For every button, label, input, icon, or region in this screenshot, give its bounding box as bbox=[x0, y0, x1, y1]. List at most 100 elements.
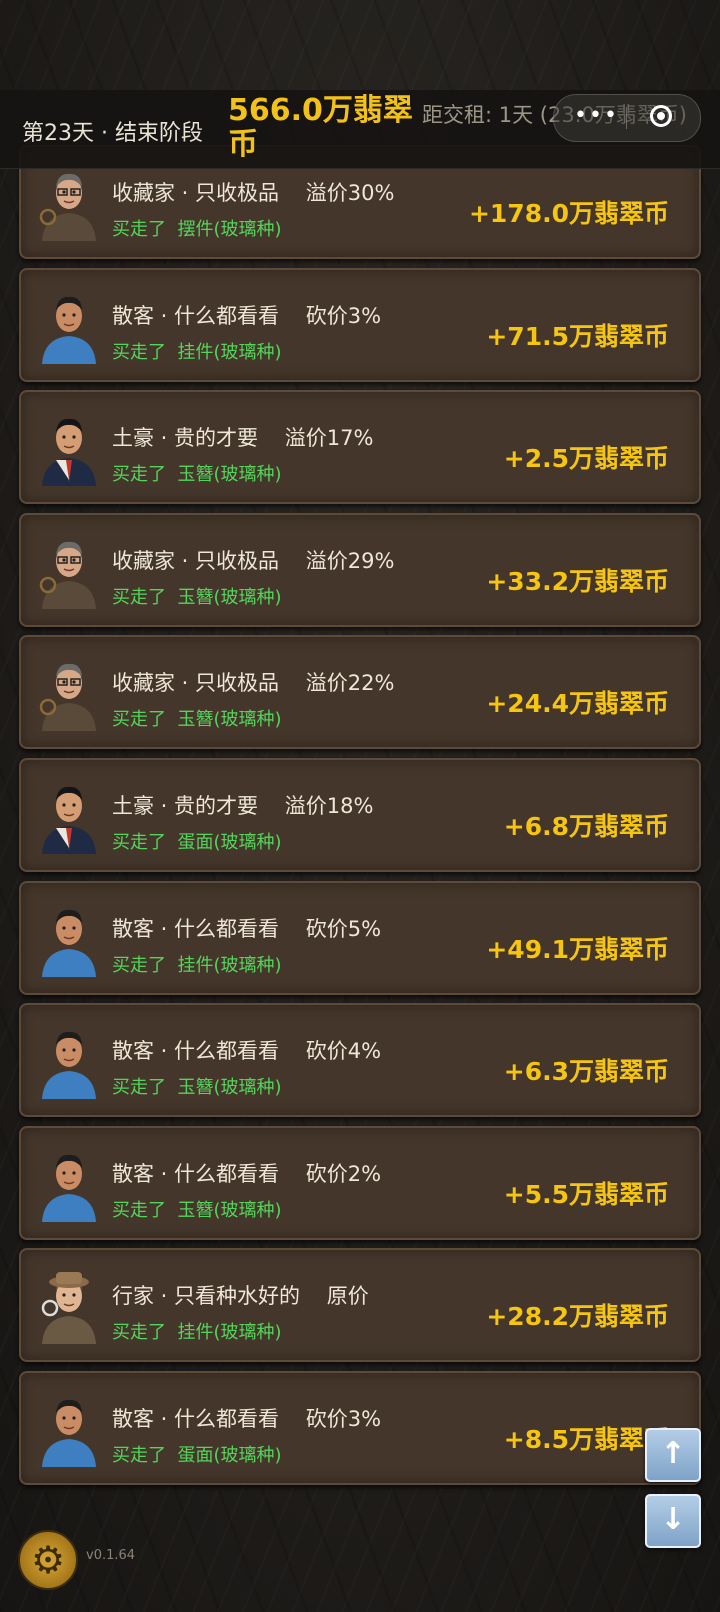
collector-avatar bbox=[39, 664, 96, 732]
purchase-action: 买走了 bbox=[112, 464, 166, 486]
price-adjustment: 溢价17% bbox=[284, 426, 374, 451]
price-adjustment: 原价 bbox=[326, 1284, 369, 1309]
sale-amount: +178.0万翡翠币 bbox=[468, 199, 669, 228]
buyer-type: 散客 · 什么都看看 bbox=[112, 303, 280, 328]
purchased-item: 玉簪(玻璃种) bbox=[177, 586, 282, 608]
collector-avatar bbox=[39, 541, 96, 609]
purchase-line: 买走了 玉簪(玻璃种) bbox=[112, 1073, 282, 1099]
arrow-up-icon: ↑ bbox=[660, 1436, 686, 1471]
sale-amount: +33.2万翡翠币 bbox=[486, 566, 669, 596]
purchase-line: 买走了 玉簪(玻璃种) bbox=[112, 1196, 282, 1222]
purchased-item: 挂件(玻璃种) bbox=[177, 1322, 282, 1344]
purchased-item: 挂件(玻璃种) bbox=[177, 954, 282, 976]
purchase-line: 买走了 玉簪(玻璃种) bbox=[112, 460, 282, 486]
buyer-type: 收藏家 · 只收极品 bbox=[112, 181, 280, 205]
buyer-description: 行家 · 只看种水好的 原价 bbox=[112, 1280, 369, 1310]
buyer-type: 收藏家 · 只收极品 bbox=[112, 548, 280, 573]
purchased-item: 玉簪(玻璃种) bbox=[177, 1199, 282, 1221]
day-phase-label: 第23天 · 结束阶段 bbox=[22, 121, 203, 146]
sale-amount: +49.1万翡翠币 bbox=[486, 934, 669, 964]
transaction-card: 散客 · 什么都看看 砍价3% 买走了 蛋面(玻璃种) +8.5万翡翠币 bbox=[19, 1371, 701, 1485]
price-adjustment: 砍价4% bbox=[305, 1039, 382, 1064]
purchase-line: 买走了 蛋面(玻璃种) bbox=[112, 828, 282, 854]
money-balance: 566.0万翡翠币 bbox=[228, 93, 413, 162]
purchase-action: 买走了 bbox=[112, 219, 166, 240]
status-bar: 第23天 · 结束阶段 566.0万翡翠币 距交租: 1天 (23.0万翡翠币)… bbox=[0, 90, 720, 169]
close-target-icon[interactable] bbox=[650, 105, 672, 127]
purchase-line: 买走了 玉簪(玻璃种) bbox=[112, 583, 282, 609]
buyer-type: 散客 · 什么都看看 bbox=[112, 1407, 280, 1431]
purchased-item: 挂件(玻璃种) bbox=[177, 341, 282, 363]
sale-amount: +5.5万翡翠币 bbox=[503, 1179, 669, 1209]
price-adjustment: 砍价5% bbox=[305, 916, 382, 941]
purchased-item: 玉簪(玻璃种) bbox=[177, 1077, 282, 1099]
collector-avatar bbox=[39, 173, 96, 241]
buyer-type: 土豪 · 贵的才要 bbox=[112, 794, 259, 818]
purchased-item: 蛋面(玻璃种) bbox=[177, 1445, 282, 1466]
arrow-down-icon: ↓ bbox=[660, 1502, 686, 1537]
price-adjustment: 溢价30% bbox=[305, 181, 395, 205]
price-adjustment: 砍价3% bbox=[305, 303, 382, 328]
purchase-action: 买走了 bbox=[112, 1322, 166, 1344]
price-adjustment: 溢价22% bbox=[305, 671, 395, 696]
purchased-item: 玉簪(玻璃种) bbox=[177, 709, 282, 731]
purchase-action: 买走了 bbox=[112, 709, 166, 731]
price-adjustment: 砍价3% bbox=[305, 1407, 382, 1431]
sale-amount: +6.3万翡翠币 bbox=[503, 1057, 669, 1087]
scroll-down-button[interactable]: ↓ bbox=[645, 1494, 701, 1548]
buyer-description: 散客 · 什么都看看 砍价2% bbox=[112, 1158, 381, 1188]
buyer-type: 散客 · 什么都看看 bbox=[112, 916, 280, 941]
tycoon-avatar bbox=[42, 786, 96, 854]
purchase-action: 买走了 bbox=[112, 832, 166, 853]
buyer-description: 收藏家 · 只收极品 溢价30% bbox=[112, 177, 394, 207]
transaction-card: 散客 · 什么都看看 砍价2% 买走了 玉簪(玻璃种) +5.5万翡翠币 bbox=[19, 1125, 701, 1240]
transaction-card: 散客 · 什么都看看 砍价3% 买走了 挂件(玻璃种) +71.5万翡翠币 bbox=[19, 267, 701, 382]
price-adjustment: 溢价18% bbox=[284, 794, 374, 818]
purchase-line: 买走了 蛋面(玻璃种) bbox=[112, 1441, 282, 1467]
transaction-card: 散客 · 什么都看看 砍价4% 买走了 玉簪(玻璃种) +6.3万翡翠币 bbox=[19, 1003, 701, 1118]
purchased-item: 玉簪(玻璃种) bbox=[177, 464, 282, 486]
buyer-type: 土豪 · 贵的才要 bbox=[112, 426, 259, 451]
purchase-line: 买走了 摆件(玻璃种) bbox=[112, 215, 282, 241]
transaction-card: 散客 · 什么都看看 砍价5% 买走了 挂件(玻璃种) +49.1万翡翠币 bbox=[19, 880, 701, 995]
casual-customer-avatar bbox=[42, 1399, 96, 1467]
purchase-line: 买走了 挂件(玻璃种) bbox=[112, 951, 282, 977]
purchase-action: 买走了 bbox=[112, 1077, 166, 1099]
settings-button[interactable]: ⚙ bbox=[18, 1530, 78, 1590]
sale-amount: +28.2万翡翠币 bbox=[486, 1302, 669, 1332]
buyer-description: 土豪 · 贵的才要 溢价18% bbox=[112, 790, 373, 820]
price-adjustment: 溢价29% bbox=[305, 548, 395, 573]
purchased-item: 蛋面(玻璃种) bbox=[177, 832, 282, 853]
purchase-action: 买走了 bbox=[112, 954, 166, 976]
purchase-action: 买走了 bbox=[112, 341, 166, 363]
transaction-card: 收藏家 · 只收极品 溢价22% 买走了 玉簪(玻璃种) +24.4万翡翠币 bbox=[19, 635, 701, 750]
buyer-type: 行家 · 只看种水好的 bbox=[112, 1284, 301, 1309]
transaction-card: 土豪 · 贵的才要 溢价17% 买走了 玉簪(玻璃种) +2.5万翡翠币 bbox=[19, 390, 701, 505]
purchase-line: 买走了 挂件(玻璃种) bbox=[112, 338, 282, 364]
buyer-type: 散客 · 什么都看看 bbox=[112, 1161, 280, 1186]
buyer-description: 收藏家 · 只收极品 溢价22% bbox=[112, 667, 394, 697]
transaction-card: 行家 · 只看种水好的 原价买走了 挂件(玻璃种) +28.2万翡翠币 bbox=[19, 1248, 701, 1363]
gear-icon: ⚙ bbox=[30, 1538, 66, 1582]
scroll-up-button[interactable]: ↑ bbox=[645, 1428, 701, 1482]
more-menu-icon[interactable]: ••• bbox=[574, 103, 619, 128]
casual-customer-avatar bbox=[42, 1154, 96, 1222]
purchase-line: 买走了 挂件(玻璃种) bbox=[112, 1318, 282, 1344]
expert-avatar bbox=[41, 1272, 96, 1345]
sale-amount: +2.5万翡翠币 bbox=[503, 444, 669, 474]
purchase-action: 买走了 bbox=[112, 1445, 166, 1466]
buyer-description: 收藏家 · 只收极品 溢价29% bbox=[112, 545, 394, 575]
purchase-action: 买走了 bbox=[112, 1199, 166, 1221]
casual-customer-avatar bbox=[42, 296, 96, 364]
transaction-card: 土豪 · 贵的才要 溢价18% 买走了 蛋面(玻璃种) +6.8万翡翠币 bbox=[19, 758, 701, 872]
buyer-type: 散客 · 什么都看看 bbox=[112, 1039, 280, 1064]
price-adjustment: 砍价2% bbox=[305, 1161, 382, 1186]
version-label: v0.1.64 bbox=[86, 1548, 136, 1563]
casual-customer-avatar bbox=[42, 909, 96, 977]
buyer-description: 散客 · 什么都看看 砍价4% bbox=[112, 1035, 381, 1065]
sale-amount: +6.8万翡翠币 bbox=[503, 812, 669, 841]
tycoon-avatar bbox=[42, 419, 96, 487]
purchase-action: 买走了 bbox=[112, 586, 166, 608]
sale-amount: +71.5万翡翠币 bbox=[486, 321, 669, 351]
buyer-description: 散客 · 什么都看看 砍价3% bbox=[112, 1403, 381, 1433]
